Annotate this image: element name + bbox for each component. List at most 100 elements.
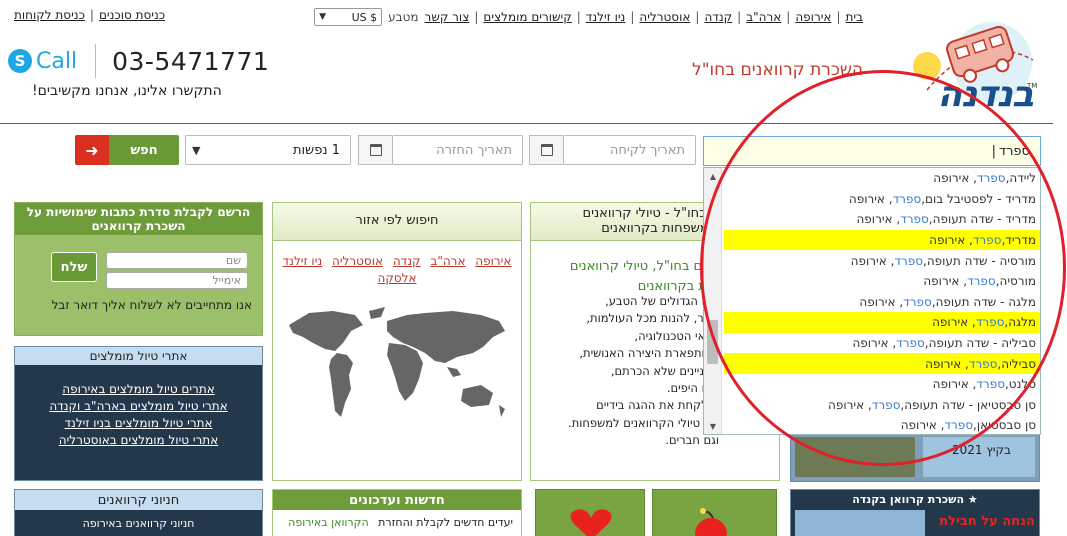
trips-subheading-line: אנים בחו"ל, טיולי קרוואנים <box>569 259 719 274</box>
search-button[interactable]: ➜ חפש <box>75 135 179 165</box>
recommended-link[interactable]: אתרי טיול מומלצים בארה"ב וקנדה <box>15 398 262 415</box>
heart-tile[interactable] <box>535 489 645 536</box>
nav-separator: | <box>576 10 581 24</box>
option-place: סן סבסטיאן, <box>973 418 1036 433</box>
scroll-down-icon[interactable]: ▼ <box>704 418 722 434</box>
nav-recommended-links[interactable]: קישורים מומלצים <box>483 10 571 24</box>
autocomplete-option[interactable]: מדריד - לפסטיבל בום, ספרד, אירופה <box>724 189 1040 210</box>
canada-promo[interactable]: הנחה על חבילת <box>939 514 1035 529</box>
canada-panel: ★ השכרת קרוואן בקנדה הנחה על חבילת <box>790 489 1040 536</box>
customer-login-link[interactable]: כניסת סוכנים <box>99 8 165 22</box>
recommended-link[interactable]: אתרים טיול מומלצים באירופה <box>15 381 262 398</box>
trips-body-line: מעניינים שלא הכרתם, <box>610 363 719 378</box>
pickup-calendar-button[interactable] <box>529 135 563 165</box>
option-match: ספרד <box>975 315 1005 330</box>
autocomplete-option[interactable]: מדריד, ספרד, אירופה <box>724 229 1040 251</box>
autocomplete-option[interactable]: מלגה - שדה תעופה, ספרד, אירופה <box>724 292 1040 313</box>
region-link-europe[interactable]: אירופה <box>475 254 511 268</box>
trips-body-line: עים היפים. <box>666 381 719 396</box>
logo-wordmark: בנדנה <box>937 74 1034 115</box>
pickup-date-input[interactable]: תאריך לקיחה <box>563 135 696 165</box>
option-region: , אירופה <box>900 418 945 433</box>
nav-home[interactable]: בית <box>845 10 863 24</box>
region-link-alaska[interactable]: אלסקה <box>378 271 417 285</box>
news-item[interactable]: יעדים חדשים לקבלת והחזרת הקרוואן באירופה <box>273 510 521 535</box>
autocomplete-option[interactable]: סביליה - שדה תעופה, ספרד, אירופה <box>724 333 1040 354</box>
text-caret: | <box>991 143 996 159</box>
scroll-up-icon[interactable]: ▲ <box>704 168 722 184</box>
autocomplete-option[interactable]: סן סבסטיאן, ספרד, אירופה <box>724 415 1040 434</box>
send-button[interactable]: שלח <box>51 252 97 282</box>
option-match: ספרד <box>968 356 998 371</box>
skype-call[interactable]: S Call 03-5471771 <box>8 44 269 78</box>
return-date-input[interactable]: תאריך החזרה <box>392 135 523 165</box>
trips-body-line: את טיולי הקרוואנים למשפחות. <box>568 415 719 430</box>
option-place: ליידה, <box>1005 171 1036 186</box>
nav-europe[interactable]: אירופה <box>795 10 831 24</box>
region-link-canada[interactable]: קנדה <box>393 254 421 268</box>
trips-body-line: ם לקחת את ההגה בידיים <box>596 398 719 413</box>
option-region: , אירופה <box>828 397 872 412</box>
recommended-link[interactable]: אתרי טיול מומלצים בניו זילנד <box>15 415 262 432</box>
campsites-panel: חניוני קרוואנים חניוני קרוואנים באירופה <box>14 489 263 536</box>
name-input[interactable]: שם <box>106 252 248 269</box>
nav-usa[interactable]: ארה"ב <box>746 10 781 24</box>
trips-body: עים הגדולים של הטבע, אחר, להנות מכל העול… <box>568 293 719 450</box>
return-calendar-button[interactable] <box>358 135 392 165</box>
passengers-select[interactable]: 1 נפשות ▼ <box>185 135 351 165</box>
email-input[interactable]: אימייל <box>106 272 248 289</box>
option-place: סן סבסטיאן - שדה תעופה, <box>900 397 1036 412</box>
autocomplete-option[interactable]: מורסיה, ספרד, אירופה <box>724 271 1040 292</box>
region-title: חיפוש לפי אזור <box>273 203 521 241</box>
trips-body-line: אחר, להנות מכל העולמות, <box>586 311 719 326</box>
autocomplete-option[interactable]: סביליה, ספרד, אירופה <box>724 353 1040 374</box>
nav-australia[interactable]: אוסטרליה <box>639 10 690 24</box>
nav-contact[interactable]: צור קשר <box>425 10 470 24</box>
skype-icon: S <box>8 49 32 73</box>
autocomplete-option[interactable]: מורסיה - שדה תעופה, ספרד, אירופה <box>724 250 1040 271</box>
agent-login-link[interactable]: כניסת לקוחות <box>14 8 85 22</box>
trips-body-line: וגם חברים. <box>665 433 719 448</box>
scrollbar-thumb[interactable] <box>707 320 718 364</box>
bomb-tile[interactable] <box>652 489 777 536</box>
recommended-links: אתרים טיול מומלצים באירופה אתרי טיול מומ… <box>15 381 262 449</box>
promo-image[interactable]: בקיץ 2021 <box>790 432 1040 482</box>
news-item-link[interactable]: הקרוואן באירופה <box>288 516 368 529</box>
autocomplete-option[interactable]: מלגה, ספרד, אירופה <box>724 312 1040 333</box>
trips-title-line: משפחות בקרוואנים <box>601 220 709 236</box>
search-button-label: חפש <box>109 135 179 165</box>
canada-photo <box>795 510 925 536</box>
currency-select[interactable]: ▼ US $ <box>314 8 383 26</box>
option-place: מדריד - לפסטיבל בום, <box>921 191 1036 206</box>
autocomplete-option[interactable]: ליידה, ספרד, אירופה <box>724 168 1040 189</box>
autocomplete-list: ליידה, ספרד, אירופה מדריד - לפסטיבל בום, … <box>724 168 1040 434</box>
destination-input[interactable]: ספרד | <box>703 136 1041 166</box>
option-region: , אירופה <box>848 191 893 206</box>
nav-separator: | <box>474 10 479 24</box>
autocomplete-option[interactable]: סן סבסטיאן - שדה תעופה, ספרד, אירופה <box>724 395 1040 416</box>
campsites-link[interactable]: חניוני קרוואנים באירופה <box>15 517 262 530</box>
nav-separator: | <box>786 10 791 24</box>
newsletter-panel: הרשם לקבלת סדרת כתבות שימושיות על השכרת … <box>14 202 263 336</box>
autocomplete-option[interactable]: סלנט, ספרד, אירופה <box>724 374 1040 395</box>
region-link-australia[interactable]: אוסטרליה <box>332 254 383 268</box>
chevron-down-icon: ▼ <box>192 143 201 157</box>
dropdown-scrollbar[interactable]: ▲ ▼ <box>704 168 722 434</box>
region-link-usa[interactable]: ארה"ב <box>430 254 465 268</box>
autocomplete-option[interactable]: מדריד - שדה תעופה, ספרד, אירופה <box>724 209 1040 230</box>
nav-separator: | <box>695 10 700 24</box>
nav-canada[interactable]: קנדה <box>704 10 732 24</box>
option-place: מורסיה, <box>995 274 1036 289</box>
recommended-link[interactable]: אתרי טיול מומלצים באוסטרליה <box>15 432 262 449</box>
option-match: ספרד <box>976 171 1006 186</box>
option-region: , אירופה <box>850 253 895 268</box>
option-region: , אירופה <box>859 294 904 309</box>
world-map-icon[interactable] <box>285 303 513 433</box>
nav-separator: | <box>836 10 841 24</box>
option-place: מדריד, <box>1001 233 1036 248</box>
promo-photo <box>795 437 915 477</box>
pickup-date-placeholder: תאריך לקיחה <box>609 142 685 158</box>
region-link-new-zealand[interactable]: ניו זילנד <box>283 254 323 268</box>
currency-label: מטבע <box>388 10 419 24</box>
nav-new-zealand[interactable]: ניו זילנד <box>586 10 626 24</box>
